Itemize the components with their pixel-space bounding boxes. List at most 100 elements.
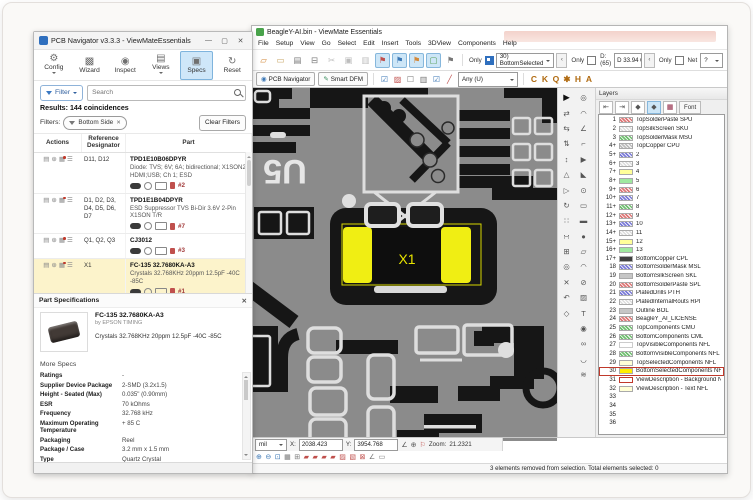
layer-color-swatch[interactable]: [619, 221, 633, 227]
mirror-icon[interactable]: △: [559, 167, 574, 182]
polygon-tool-icon[interactable]: ▱: [576, 244, 591, 259]
only-d-checkbox[interactable]: [587, 56, 596, 65]
any-filter-select[interactable]: Any (U): [458, 72, 518, 87]
component-c-icon[interactable]: C: [529, 74, 539, 84]
swap-horizontal-icon[interactable]: ⇄: [559, 105, 574, 120]
layer-row[interactable]: 22 PlatedInternalRouts RPI: [599, 298, 724, 307]
layer-color-swatch[interactable]: [619, 325, 633, 331]
list-icon[interactable]: ☰: [67, 263, 73, 269]
only-net-checkbox[interactable]: [675, 56, 684, 65]
hatch-rect-icon[interactable]: ▨: [576, 290, 591, 305]
layer-color-swatch[interactable]: [619, 213, 633, 219]
datasheet-chip-icon[interactable]: [130, 289, 141, 293]
exchange-icon[interactable]: ⇆: [559, 121, 574, 136]
locate-icon[interactable]: ⊕: [51, 263, 56, 269]
layer-row[interactable]: 17+ BottomCopper CPL: [599, 255, 724, 264]
layer-color-swatch[interactable]: [619, 282, 633, 288]
component-x1-selected[interactable]: X1: [342, 224, 481, 285]
layer-row[interactable]: 5+ 2: [599, 151, 724, 160]
show-nets-checkbox[interactable]: ☑: [431, 74, 442, 85]
layer-row[interactable]: 34: [599, 402, 724, 411]
pcb-canvas[interactable]: U5 X1: [252, 88, 557, 441]
table-row[interactable]: ▤ ⊕ ▦ ☰ Q1, Q2, Q3 CJ3012: [34, 234, 252, 259]
close-specs-icon[interactable]: ✕: [242, 297, 247, 305]
redo-rotate-icon[interactable]: ↻: [559, 198, 574, 213]
layer-color-swatch[interactable]: [619, 308, 633, 314]
filter-chip-bottom-side[interactable]: Bottom Side ✕: [63, 116, 126, 130]
layer-row[interactable]: 26 BottomComponents CML: [599, 332, 724, 341]
layer-row[interactable]: 28 BottomVisibleComponents NFL: [599, 350, 724, 359]
layer-color-swatch[interactable]: [619, 178, 633, 184]
layer-color-swatch[interactable]: [619, 264, 633, 270]
select-tool-icon[interactable]: ⚑: [375, 53, 390, 68]
scroll-down-icon[interactable]: [244, 454, 248, 458]
layer-row[interactable]: 29 TopSelectedComponents NFL: [599, 358, 724, 367]
layer-row[interactable]: 14+ 11: [599, 229, 724, 238]
layer-color-swatch[interactable]: [619, 273, 633, 279]
flag-tool-icon[interactable]: ⚑: [443, 53, 458, 68]
layer-color-swatch[interactable]: [619, 377, 633, 383]
layer-row[interactable]: 25 TopComponents CMU: [599, 324, 724, 333]
minimize-button[interactable]: —: [202, 37, 215, 44]
angle-line-icon[interactable]: ∠: [576, 121, 591, 136]
zoom-in-icon[interactable]: ⊕: [256, 454, 262, 461]
target-icon[interactable]: ◎: [559, 259, 574, 274]
select-cursor-icon[interactable]: ▶: [559, 90, 574, 105]
new-icon[interactable]: ▭: [273, 53, 288, 68]
pdf-chip-icon[interactable]: [170, 223, 175, 230]
layer-row[interactable]: 9+ 6: [599, 185, 724, 194]
layer-row[interactable]: 2 TopSilkScreen SKU: [599, 125, 724, 134]
delete-icon[interactable]: ✕: [559, 275, 574, 290]
layer-color-swatch[interactable]: [619, 135, 633, 141]
layer-palette-icon[interactable]: ▦: [663, 101, 677, 114]
menu-item[interactable]: Insert: [382, 40, 399, 47]
only-layer-checkbox[interactable]: [485, 56, 494, 65]
layer-row[interactable]: 12+ 9: [599, 211, 724, 220]
clipboard-icon[interactable]: ▦: [59, 263, 65, 269]
layer-row[interactable]: 11+ 8: [599, 203, 724, 212]
layer-color-swatch[interactable]: [619, 290, 633, 296]
marker-tool-icon[interactable]: ⚑: [409, 53, 424, 68]
layer-color-swatch[interactable]: [619, 230, 633, 236]
distribute-icon[interactable]: ∺: [559, 229, 574, 244]
component-h-icon[interactable]: H: [573, 74, 583, 84]
close-button[interactable]: ✕: [234, 37, 247, 45]
move-layer-first-icon[interactable]: ⇤: [599, 101, 613, 114]
pad-dot-icon[interactable]: ⊙: [576, 182, 591, 197]
layer-row[interactable]: 6+ 3: [599, 159, 724, 168]
scroll-thumb[interactable]: [247, 160, 251, 186]
layer-row[interactable]: 7+ 4: [599, 168, 724, 177]
datasheet-chip-icon[interactable]: [130, 248, 141, 254]
slash-ellipse-icon[interactable]: ⊘: [576, 275, 591, 290]
menu-item[interactable]: View: [300, 40, 314, 47]
circle-tool-icon[interactable]: ◎: [576, 90, 591, 105]
plane-view-icon[interactable]: ▰: [321, 454, 326, 461]
filter-button[interactable]: Filter: [40, 85, 83, 101]
trace-view-icon[interactable]: ▰: [313, 454, 318, 461]
layer-row[interactable]: 23 Outline BOL: [599, 306, 724, 315]
spec-scrollbar[interactable]: [242, 372, 251, 460]
save-icon[interactable]: ▤: [290, 53, 305, 68]
document-icon[interactable]: ▤: [43, 238, 49, 244]
layer-color-swatch[interactable]: [619, 195, 633, 201]
net-select[interactable]: ?: [700, 53, 723, 68]
document-icon[interactable]: ▤: [43, 157, 49, 163]
component-a-icon[interactable]: A: [584, 74, 594, 84]
scroll-up-icon[interactable]: [247, 154, 251, 158]
layer-color-swatch[interactable]: [619, 187, 633, 193]
datasheet-chip-icon[interactable]: [130, 183, 141, 189]
layer-color-active-icon[interactable]: ◆: [647, 101, 661, 114]
pin-icon[interactable]: ⚐: [420, 441, 426, 449]
hatch-lines-icon[interactable]: ≋: [576, 367, 591, 382]
locate-icon[interactable]: ⊕: [51, 198, 56, 204]
list-icon[interactable]: ☰: [67, 198, 73, 204]
scroll-thumb[interactable]: [244, 380, 248, 400]
layer-color-swatch[interactable]: [619, 334, 633, 340]
wizard-button[interactable]: ▩ Wizard: [73, 51, 107, 80]
zoom-fit-icon[interactable]: ⊡: [275, 454, 281, 461]
layer-color-swatch[interactable]: [619, 299, 633, 305]
table-scrollbar[interactable]: [245, 152, 252, 293]
trace-tool-icon[interactable]: ╱: [444, 74, 455, 85]
layer-color-swatch[interactable]: [619, 126, 633, 132]
group-icon[interactable]: ⊞: [559, 244, 574, 259]
